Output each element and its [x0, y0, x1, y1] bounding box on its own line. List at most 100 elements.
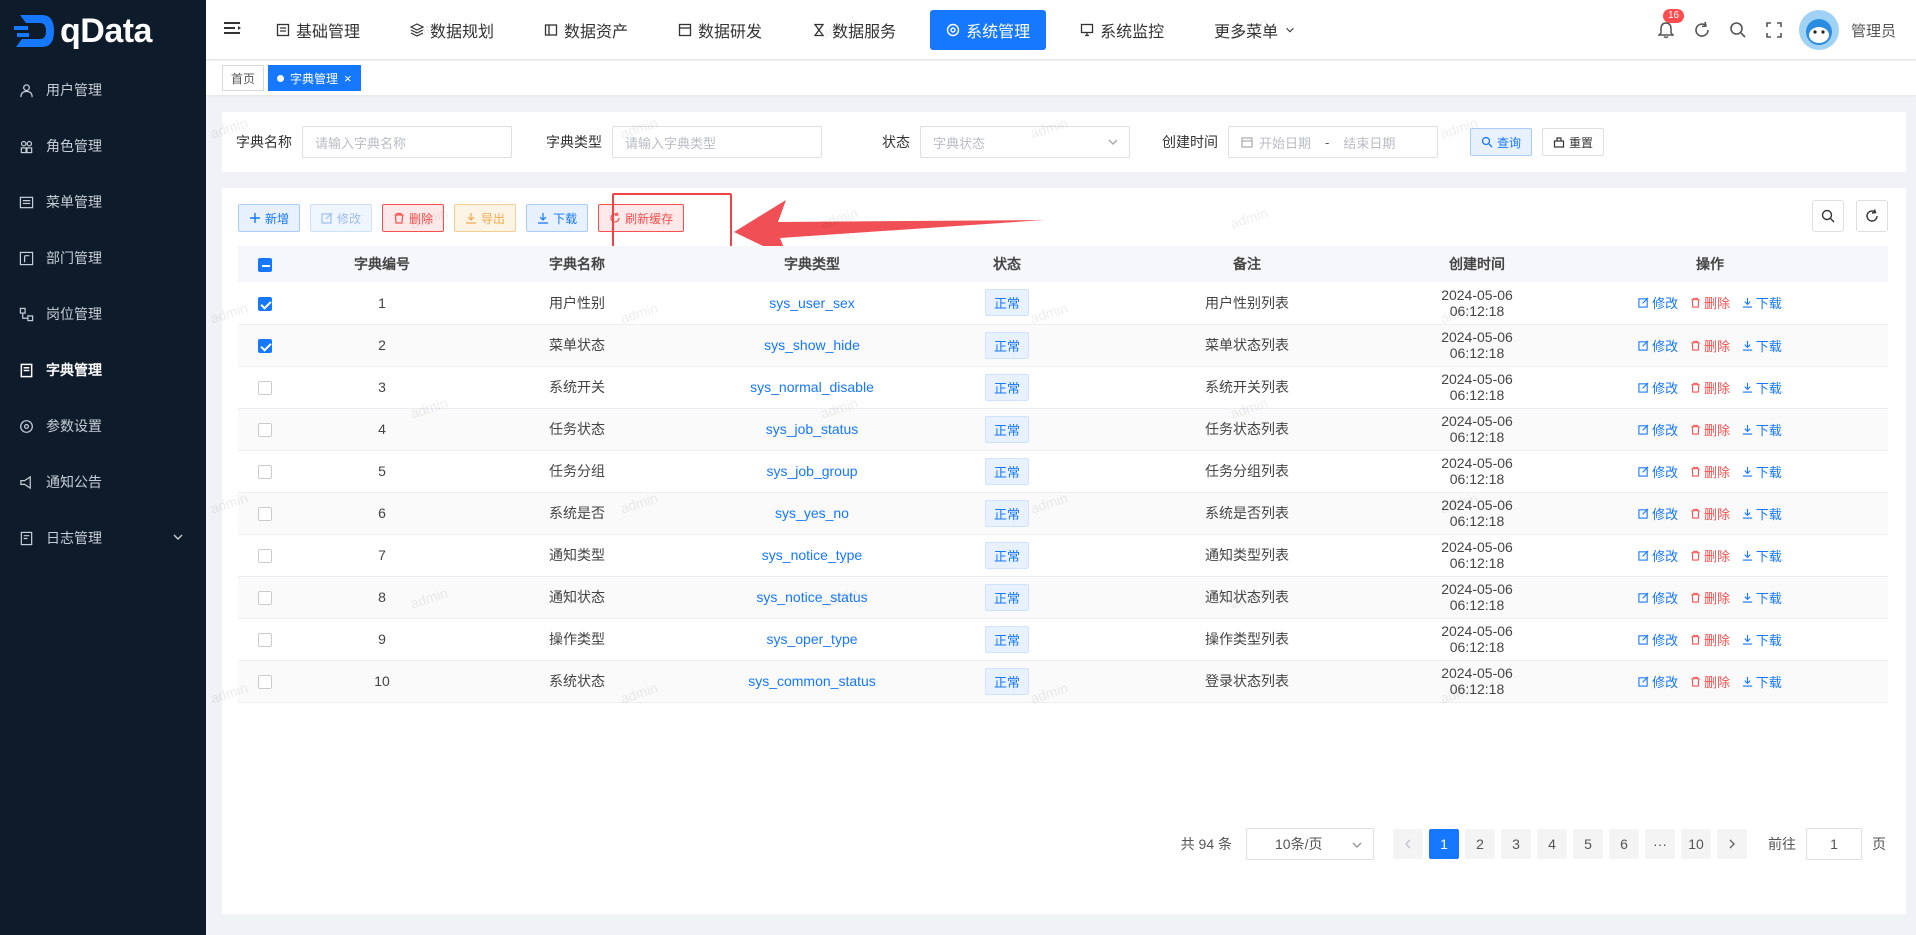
row-edit-button[interactable]: 修改: [1638, 420, 1678, 439]
row-download-button[interactable]: 下载: [1742, 378, 1782, 397]
row-download-button[interactable]: 下载: [1742, 546, 1782, 565]
delete-button[interactable]: 删除: [382, 204, 445, 232]
nav-item-6[interactable]: 系统监控: [1064, 10, 1180, 50]
page-button[interactable]: 4: [1537, 829, 1567, 859]
row-download-button[interactable]: 下载: [1742, 504, 1782, 523]
add-button[interactable]: 新增: [238, 204, 301, 232]
row-delete-button[interactable]: 删除: [1690, 293, 1730, 312]
row-delete-button[interactable]: 删除: [1690, 588, 1730, 607]
dict-name-input[interactable]: 请输入字典名称: [302, 126, 512, 158]
sidebar-item-2[interactable]: 菜单管理: [0, 174, 206, 230]
dict-type-link[interactable]: sys_oper_type: [766, 631, 857, 647]
row-checkbox[interactable]: [258, 591, 272, 606]
nav-item-7[interactable]: 更多菜单: [1198, 10, 1312, 50]
refresh-table-button[interactable]: [1856, 200, 1888, 232]
row-edit-button[interactable]: 修改: [1638, 672, 1678, 691]
sidebar-item-4[interactable]: 岗位管理: [0, 286, 206, 342]
next-page-button[interactable]: [1717, 829, 1747, 859]
sidebar-item-6[interactable]: 参数设置: [0, 398, 206, 454]
dict-type-link[interactable]: sys_job_status: [766, 421, 859, 437]
page-button[interactable]: 5: [1573, 829, 1603, 859]
sidebar-item-8[interactable]: 日志管理: [0, 510, 206, 566]
row-delete-button[interactable]: 删除: [1690, 378, 1730, 397]
page-size-select[interactable]: 10条/页: [1246, 828, 1374, 860]
row-edit-button[interactable]: 修改: [1638, 293, 1678, 312]
sidebar-item-5[interactable]: 字典管理: [0, 342, 206, 398]
row-download-button[interactable]: 下载: [1742, 293, 1782, 312]
download-button[interactable]: 下载: [526, 204, 589, 232]
dict-type-link[interactable]: sys_notice_status: [756, 589, 867, 605]
toggle-search-button[interactable]: [1812, 200, 1844, 232]
edit-button[interactable]: 修改: [310, 204, 373, 232]
logo[interactable]: qData: [0, 0, 206, 62]
row-checkbox[interactable]: [258, 339, 272, 354]
bell-icon[interactable]: 16: [1655, 9, 1685, 41]
row-checkbox[interactable]: [258, 296, 272, 311]
dict-type-link[interactable]: sys_notice_type: [762, 547, 862, 563]
page-button[interactable]: 10: [1681, 829, 1711, 859]
sidebar-item-1[interactable]: 角色管理: [0, 118, 206, 174]
refresh-icon[interactable]: [1691, 19, 1713, 41]
row-edit-button[interactable]: 修改: [1638, 588, 1678, 607]
page-button[interactable]: 2: [1465, 829, 1495, 859]
nav-item-4[interactable]: 数据服务: [796, 10, 912, 50]
row-delete-button[interactable]: 删除: [1690, 504, 1730, 523]
row-edit-button[interactable]: 修改: [1638, 462, 1678, 481]
row-checkbox[interactable]: [258, 507, 272, 522]
dict-type-link[interactable]: sys_job_group: [766, 463, 857, 479]
dict-type-link[interactable]: sys_yes_no: [775, 505, 849, 521]
fullscreen-icon[interactable]: [1763, 19, 1785, 41]
username[interactable]: 管理员: [1851, 20, 1896, 41]
row-checkbox[interactable]: [258, 423, 272, 438]
more-pages-button[interactable]: ···: [1645, 829, 1675, 859]
row-delete-button[interactable]: 删除: [1690, 420, 1730, 439]
page-button[interactable]: 6: [1609, 829, 1639, 859]
tag-0[interactable]: 首页: [222, 65, 265, 91]
goto-page-input[interactable]: 1: [1806, 828, 1862, 860]
avatar[interactable]: [1798, 10, 1839, 50]
dict-type-link[interactable]: sys_user_sex: [769, 295, 855, 311]
nav-item-5[interactable]: 系统管理: [930, 9, 1047, 50]
row-edit-button[interactable]: 修改: [1638, 630, 1678, 649]
row-edit-button[interactable]: 修改: [1638, 378, 1678, 397]
sidebar-item-7[interactable]: 通知公告: [0, 454, 206, 510]
reset-button[interactable]: 重置: [1542, 128, 1605, 156]
dict-type-link[interactable]: sys_normal_disable: [750, 379, 874, 395]
sidebar-item-3[interactable]: 部门管理: [0, 230, 206, 286]
row-edit-button[interactable]: 修改: [1638, 504, 1678, 523]
row-edit-button[interactable]: 修改: [1638, 336, 1678, 355]
row-delete-button[interactable]: 删除: [1690, 546, 1730, 565]
row-delete-button[interactable]: 删除: [1690, 630, 1730, 649]
row-checkbox[interactable]: [258, 633, 272, 648]
row-download-button[interactable]: 下载: [1742, 630, 1782, 649]
nav-item-0[interactable]: 基础管理: [260, 10, 376, 50]
hamburger-icon[interactable]: [224, 20, 250, 39]
row-delete-button[interactable]: 删除: [1690, 672, 1730, 691]
status-select[interactable]: 字典状态: [920, 126, 1130, 158]
dict-type-input[interactable]: 请输入字典类型: [612, 126, 822, 158]
row-delete-button[interactable]: 删除: [1690, 336, 1730, 355]
nav-item-3[interactable]: 数据研发: [662, 10, 778, 50]
row-download-button[interactable]: 下载: [1742, 462, 1782, 481]
search-icon[interactable]: [1727, 19, 1749, 41]
row-delete-button[interactable]: 删除: [1690, 462, 1730, 481]
close-icon[interactable]: ×: [344, 71, 352, 86]
nav-item-2[interactable]: 数据资产: [528, 10, 644, 50]
row-download-button[interactable]: 下载: [1742, 336, 1782, 355]
row-edit-button[interactable]: 修改: [1638, 546, 1678, 565]
row-checkbox[interactable]: [258, 465, 272, 480]
export-button[interactable]: 导出: [454, 204, 517, 232]
row-download-button[interactable]: 下载: [1742, 588, 1782, 607]
row-download-button[interactable]: 下载: [1742, 420, 1782, 439]
row-download-button[interactable]: 下载: [1742, 672, 1782, 691]
sidebar-item-0[interactable]: 用户管理: [0, 62, 206, 118]
query-button[interactable]: 查询: [1470, 128, 1533, 156]
page-button[interactable]: 3: [1501, 829, 1531, 859]
prev-page-button[interactable]: [1393, 829, 1423, 859]
nav-item-1[interactable]: 数据规划: [394, 10, 510, 50]
select-all-checkbox[interactable]: [258, 258, 272, 273]
row-checkbox[interactable]: [258, 549, 272, 564]
date-range-picker[interactable]: 开始日期 - 结束日期: [1228, 126, 1438, 158]
dict-type-link[interactable]: sys_common_status: [748, 673, 876, 689]
tag-1[interactable]: 字典管理 ×: [268, 65, 361, 91]
